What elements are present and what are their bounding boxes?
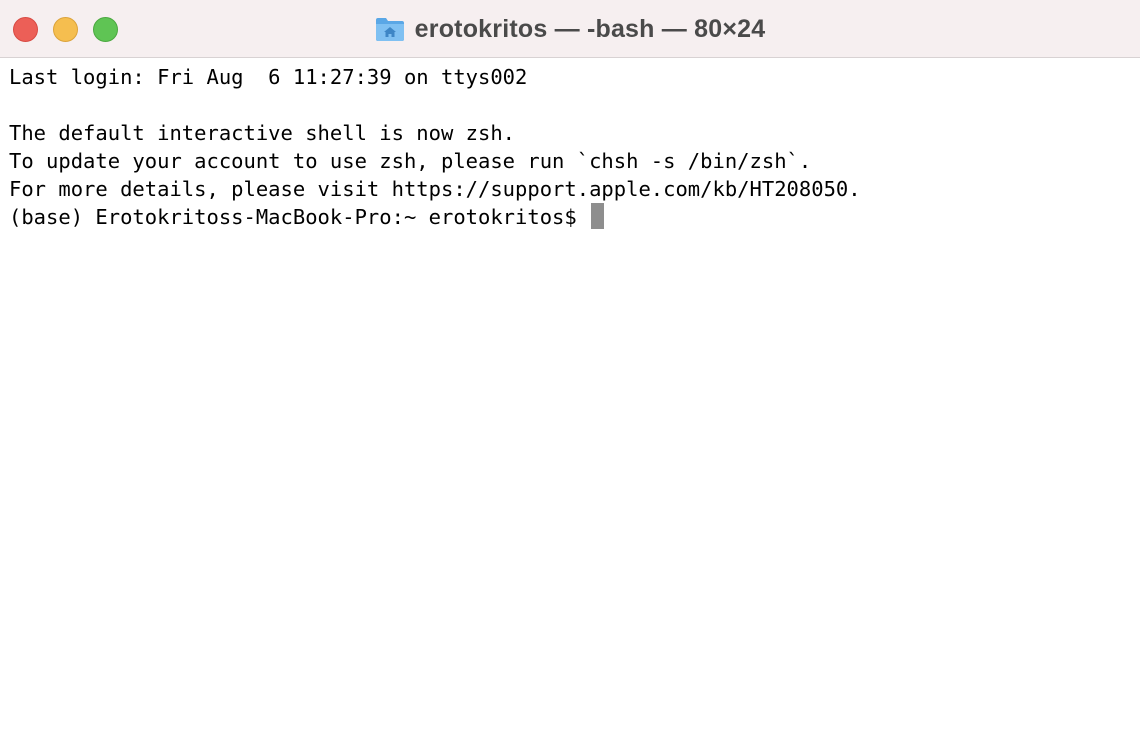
home-folder-icon [375,18,404,41]
terminal-line: The default interactive shell is now zsh… [9,121,516,145]
window-title-group: erotokritos — -bash — 80×24 [0,0,1140,58]
terminal-output[interactable]: Last login: Fri Aug 6 11:27:39 on ttys00… [0,58,1140,742]
terminal-line: Last login: Fri Aug 6 11:27:39 on ttys00… [9,65,528,89]
minimize-button[interactable] [53,17,78,42]
close-button[interactable] [13,17,38,42]
terminal-line: To update your account to use zsh, pleas… [9,149,812,173]
zoom-button[interactable] [93,17,118,42]
text-cursor [591,203,605,229]
prompt-line[interactable]: (base) Erotokritoss-MacBook-Pro:~ erotok… [9,203,1140,231]
window-title: erotokritos — -bash — 80×24 [414,14,766,43]
title-bar[interactable]: erotokritos — -bash — 80×24 [0,0,1140,58]
terminal-window: erotokritos — -bash — 80×24 Last login: … [0,0,1140,742]
window-edge [1136,58,1140,742]
shell-prompt: (base) Erotokritoss-MacBook-Pro:~ erotok… [9,205,590,229]
terminal-line: For more details, please visit https://s… [9,177,861,201]
